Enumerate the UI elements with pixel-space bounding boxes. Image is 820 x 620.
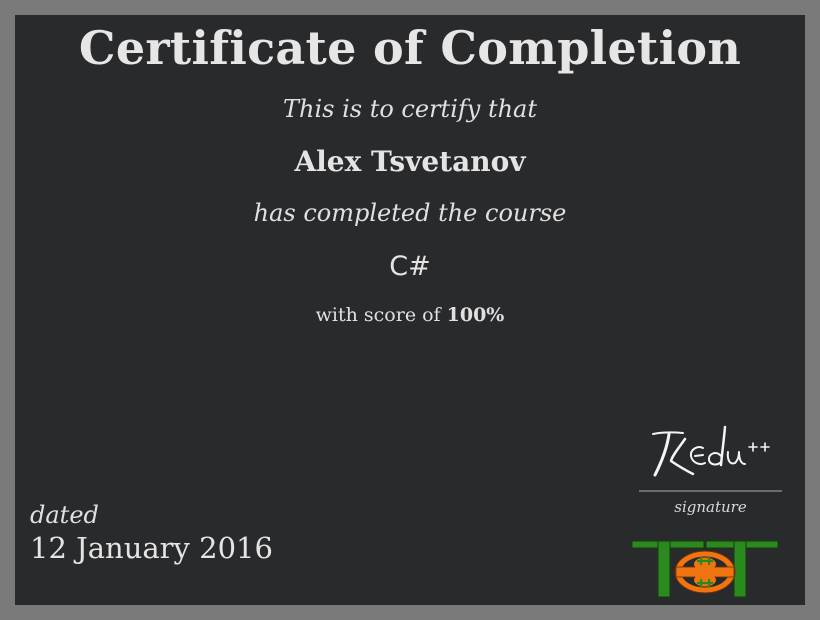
certificate: Certificate of Completion This is to cer… [15,15,805,605]
certificate-title: Certificate of Completion [78,21,742,75]
dated-label: dated [30,501,99,529]
signature-image [652,425,770,477]
signature-line [639,490,782,492]
score-prefix: with score of [315,304,441,326]
intro-text: This is to certify that [283,95,537,123]
date-value: 12 January 2016 [30,531,273,565]
signature-label: signature [674,498,747,516]
score-line: with score of 100% [15,304,805,326]
score-value: 100% [446,304,505,326]
tot-logo-icon [631,540,779,598]
course-name: C# [389,251,431,282]
recipient-name: Alex Tsvetanov [294,145,526,178]
completion-text: has completed the course [253,199,567,227]
